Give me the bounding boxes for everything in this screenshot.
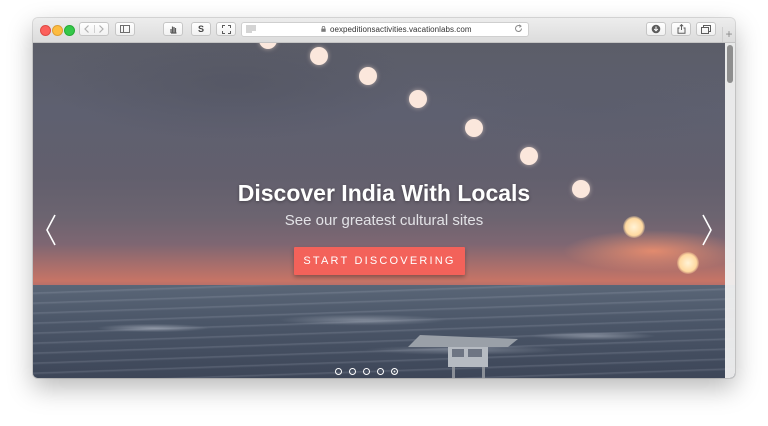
browser-toolbar: S oexpeditionsactivities.vacationlabs.co…	[33, 18, 735, 43]
hand-extension-button[interactable]	[163, 22, 183, 36]
page-scrollbar[interactable]	[725, 43, 735, 378]
back-button[interactable]	[80, 25, 94, 33]
forward-icon	[99, 25, 105, 33]
sidebar-icon	[120, 25, 130, 33]
new-tab-button[interactable]: +	[722, 27, 735, 42]
slider-dot[interactable]	[335, 368, 342, 375]
fullscreen-button[interactable]	[216, 22, 236, 36]
hero-slider: Discover India With Locals See our great…	[33, 43, 735, 378]
s-extension-button[interactable]: S	[191, 22, 211, 36]
lifeguard-hut-image	[408, 335, 518, 378]
fullscreen-icon	[221, 24, 231, 34]
hero-sky-background	[33, 43, 735, 163]
downloads-button[interactable]	[646, 22, 666, 36]
url-text: oexpeditionsactivities.vacationlabs.com	[330, 25, 472, 34]
hero-subtitle: See our greatest cultural sites	[284, 212, 484, 229]
tabs-icon	[701, 24, 711, 34]
s-icon: S	[197, 24, 204, 34]
sidebar-button[interactable]	[115, 22, 135, 36]
hero-waves	[33, 308, 735, 368]
close-window-button[interactable]	[40, 25, 51, 36]
hand-icon	[169, 26, 176, 34]
slider-dot[interactable]	[363, 368, 370, 375]
new-tab-icon: +	[725, 27, 733, 41]
share-button[interactable]	[671, 22, 691, 36]
forward-button[interactable]	[93, 25, 109, 33]
slider-pagination	[335, 368, 398, 375]
tabs-overview-button[interactable]	[696, 22, 716, 36]
zoom-window-button[interactable]	[64, 25, 75, 36]
address-bar[interactable]: oexpeditionsactivities.vacationlabs.com	[241, 22, 529, 37]
lock-icon	[321, 26, 326, 32]
slider-prev-arrow-icon[interactable]	[43, 213, 59, 247]
reader-icon[interactable]	[246, 25, 256, 35]
nav-buttons	[79, 22, 109, 36]
browser-window: S oexpeditionsactivities.vacationlabs.co…	[33, 18, 735, 378]
slider-dot[interactable]	[377, 368, 384, 375]
reload-icon[interactable]	[514, 24, 523, 35]
slider-dot[interactable]	[391, 368, 398, 375]
slider-dot[interactable]	[349, 368, 356, 375]
start-discovering-button[interactable]: START DISCOVERING	[294, 247, 465, 275]
download-icon	[651, 24, 661, 34]
hero-title: Discover India With Locals	[237, 180, 531, 206]
share-icon	[677, 24, 685, 34]
back-icon	[83, 25, 89, 33]
minimize-window-button[interactable]	[52, 25, 63, 36]
slider-next-arrow-icon[interactable]	[699, 213, 715, 247]
scrollbar-thumb[interactable]	[727, 45, 733, 83]
